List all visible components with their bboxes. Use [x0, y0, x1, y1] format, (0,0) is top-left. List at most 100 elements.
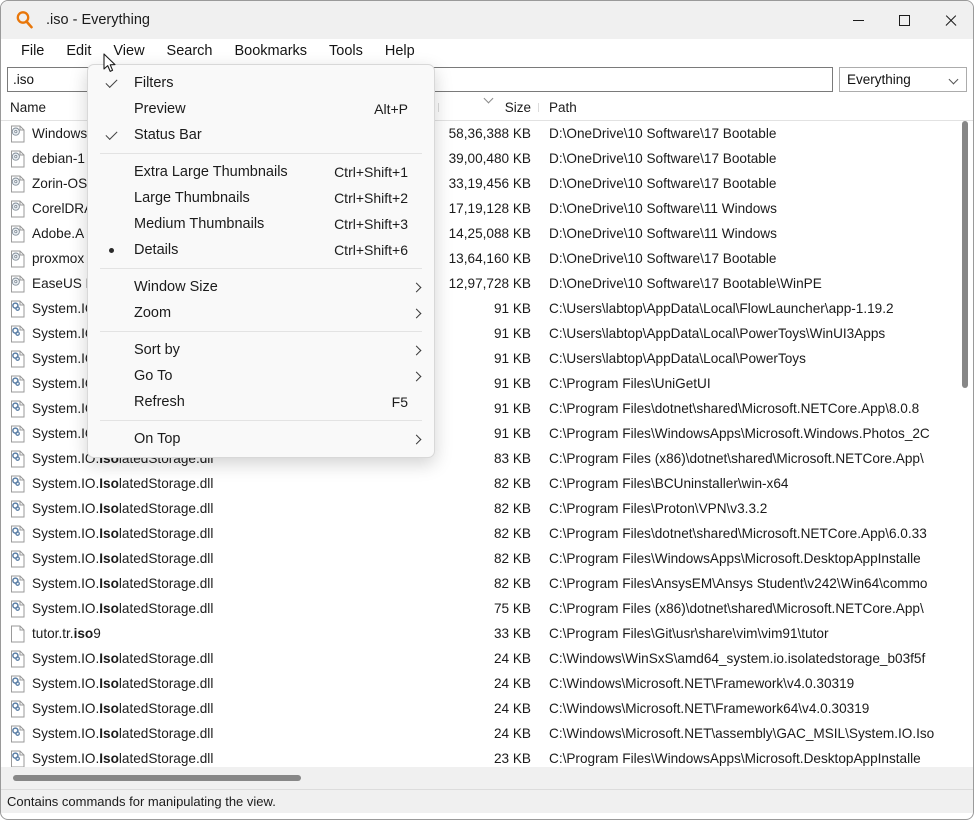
table-row[interactable]: System.IO.IsolatedStorage.dll 24 KB C:\Win…: [1, 721, 973, 746]
menu-item-check-slot: [88, 127, 134, 140]
chevron-right-icon: [412, 434, 422, 444]
menu-item-on-top[interactable]: On Top: [88, 426, 434, 452]
menu-item-submenu-slot: [408, 308, 422, 318]
cell-size: 13,64,160 KB: [448, 251, 531, 266]
cell-size: 91 KB: [493, 301, 531, 316]
cell-path: D:\OneDrive\10 Software\11 Windows: [549, 226, 777, 241]
chevron-right-icon: [412, 345, 422, 355]
cell-path: D:\OneDrive\10 Software\17 Bootable: [549, 151, 777, 166]
menu-item-refresh[interactable]: Refresh F5: [88, 389, 434, 415]
table-row[interactable]: System.IO.IsolatedStorage.dll 24 KB C:\Win…: [1, 671, 973, 696]
menu-file[interactable]: File: [10, 41, 55, 62]
column-header-path-label: Path: [549, 100, 577, 115]
cell-path: C:\Users\labtop\AppData\Local\PowerToys\…: [549, 326, 886, 341]
iso-disc-icon: [11, 200, 25, 217]
menu-item-medium-thumbnails[interactable]: Medium Thumbnails Ctrl+Shift+3: [88, 211, 434, 237]
menu-item-extra-large-thumbnails[interactable]: Extra Large Thumbnails Ctrl+Shift+1: [88, 159, 434, 185]
menu-item-zoom[interactable]: Zoom: [88, 300, 434, 326]
dll-gear-icon: [11, 300, 25, 317]
menu-item-details[interactable]: Details Ctrl+Shift+6: [88, 237, 434, 263]
table-row[interactable]: System.IO.IsolatedStorage.dll 82 KB C:\Pro…: [1, 546, 973, 571]
dll-gear-icon: [11, 400, 25, 417]
cell-name: System.IO.IsolatedStorage.dll: [1, 700, 439, 718]
search-scope-select[interactable]: Everything: [839, 67, 967, 92]
file-name: EaseUS P: [32, 276, 95, 291]
menu-bookmarks[interactable]: Bookmarks: [224, 41, 319, 62]
table-row[interactable]: System.IO.IsolatedStorage.dll 82 KB C:\Pro…: [1, 496, 973, 521]
dll-gear-icon: [11, 550, 25, 567]
cell-path: C:\Program Files\WindowsApps\Microsoft.D…: [549, 551, 921, 566]
cell-size: 91 KB: [493, 351, 531, 366]
view-dropdown-menu: Filters Preview Alt+P Status Bar Extra Large…: [87, 64, 435, 458]
cell-name: System.IO.IsolatedStorage.dll: [1, 500, 439, 518]
iso-disc-icon: [11, 275, 25, 292]
dll-gear-icon: [11, 675, 25, 692]
cell-size: 24 KB: [493, 701, 531, 716]
cell-path: C:\Program Files\WindowsApps\Microsoft.W…: [549, 426, 930, 441]
column-header-path[interactable]: Path: [539, 100, 973, 115]
status-bar: Contains commands for manipulating the v…: [1, 789, 973, 813]
minimize-icon: [852, 19, 864, 21]
cell-path: C:\Windows\Microsoft.NET\Framework64\v4.…: [549, 701, 870, 716]
menu-item-label: Extra Large Thumbnails: [134, 164, 288, 180]
table-row[interactable]: System.IO.IsolatedStorage.dll 24 KB C:\Win…: [1, 696, 973, 721]
menu-item-window-size[interactable]: Window Size: [88, 274, 434, 300]
table-row[interactable]: System.IO.IsolatedStorage.dll 24 KB C:\Win…: [1, 646, 973, 671]
cell-path: C:\Windows\Microsoft.NET\Framework\v4.0.…: [549, 676, 855, 691]
table-row[interactable]: System.IO.IsolatedStorage.dll 82 KB C:\Pro…: [1, 471, 973, 496]
cell-path: C:\Program Files\BCUninstaller\win-x64: [549, 476, 789, 491]
search-scope-value: Everything: [847, 72, 911, 87]
menu-item-accelerator: Ctrl+Shift+6: [334, 242, 408, 258]
file-name: Windows: [32, 126, 88, 141]
file-name: System.IO.IsolatedStorage.dll: [32, 576, 214, 591]
chevron-down-icon: [950, 75, 959, 84]
close-button[interactable]: [927, 1, 973, 39]
cell-size: 24 KB: [493, 726, 531, 741]
table-row[interactable]: tutor.tr.iso9 33 KB C:\Program Files\Git\u…: [1, 621, 973, 646]
menu-view[interactable]: View: [102, 41, 156, 62]
table-row[interactable]: System.IO.IsolatedStorage.dll 82 KB C:\Pro…: [1, 571, 973, 596]
column-header-size[interactable]: Size: [439, 100, 539, 115]
menu-item-large-thumbnails[interactable]: Large Thumbnails Ctrl+Shift+2: [88, 185, 434, 211]
cell-size: 17,19,128 KB: [448, 201, 531, 216]
table-row[interactable]: System.IO.IsolatedStorage.dll 75 KB C:\Pro…: [1, 596, 973, 621]
check-icon: [104, 75, 118, 88]
menu-help[interactable]: Help: [374, 41, 426, 62]
menu-item-go-to[interactable]: Go To: [88, 363, 434, 389]
menu-item-label: Go To: [134, 368, 173, 384]
table-row[interactable]: System.IO.IsolatedStorage.dll 82 KB C:\Pro…: [1, 521, 973, 546]
cell-size: 91 KB: [493, 326, 531, 341]
horizontal-scrollbar[interactable]: [1, 767, 973, 789]
cell-size: 58,36,388 KB: [448, 126, 531, 141]
menu-item-sort-by[interactable]: Sort by: [88, 337, 434, 363]
menu-item-label: Refresh: [134, 394, 185, 410]
menu-item-filters[interactable]: Filters: [88, 70, 434, 96]
vertical-scrollbar[interactable]: [958, 121, 972, 767]
cell-path: D:\OneDrive\10 Software\17 Bootable\WinP…: [549, 276, 822, 291]
chevron-right-icon: [412, 308, 422, 318]
cell-path: D:\OneDrive\10 Software\17 Bootable: [549, 251, 777, 266]
chevron-right-icon: [412, 282, 422, 292]
vertical-scrollbar-thumb[interactable]: [962, 121, 968, 388]
menu-item-check-slot: [88, 75, 134, 88]
file-name: System.IO.IsolatedStorage.dll: [32, 676, 214, 691]
cell-size: 83 KB: [493, 451, 531, 466]
menu-search[interactable]: Search: [156, 41, 224, 62]
menu-item-label: Sort by: [134, 342, 180, 358]
cell-path: C:\Windows\WinSxS\amd64_system.io.isolat…: [549, 651, 926, 666]
menu-tools[interactable]: Tools: [318, 41, 374, 62]
menu-item-preview[interactable]: Preview Alt+P: [88, 96, 434, 122]
dll-gear-icon: [11, 700, 25, 717]
horizontal-scrollbar-thumb[interactable]: [13, 775, 301, 781]
cell-path: D:\OneDrive\10 Software\17 Bootable: [549, 126, 777, 141]
cell-size: 33,19,456 KB: [448, 176, 531, 191]
menu-item-label: Status Bar: [134, 127, 202, 143]
menu-item-label: Filters: [134, 75, 174, 91]
file-name: System.IO.IsolatedStorage.dll: [32, 526, 214, 541]
cell-name: System.IO.IsolatedStorage.dll: [1, 475, 439, 493]
cell-path: D:\OneDrive\10 Software\17 Bootable: [549, 176, 777, 191]
menu-item-status-bar[interactable]: Status Bar: [88, 122, 434, 148]
minimize-button[interactable]: [835, 1, 881, 39]
maximize-button[interactable]: [881, 1, 927, 39]
menu-edit[interactable]: Edit: [55, 41, 102, 62]
